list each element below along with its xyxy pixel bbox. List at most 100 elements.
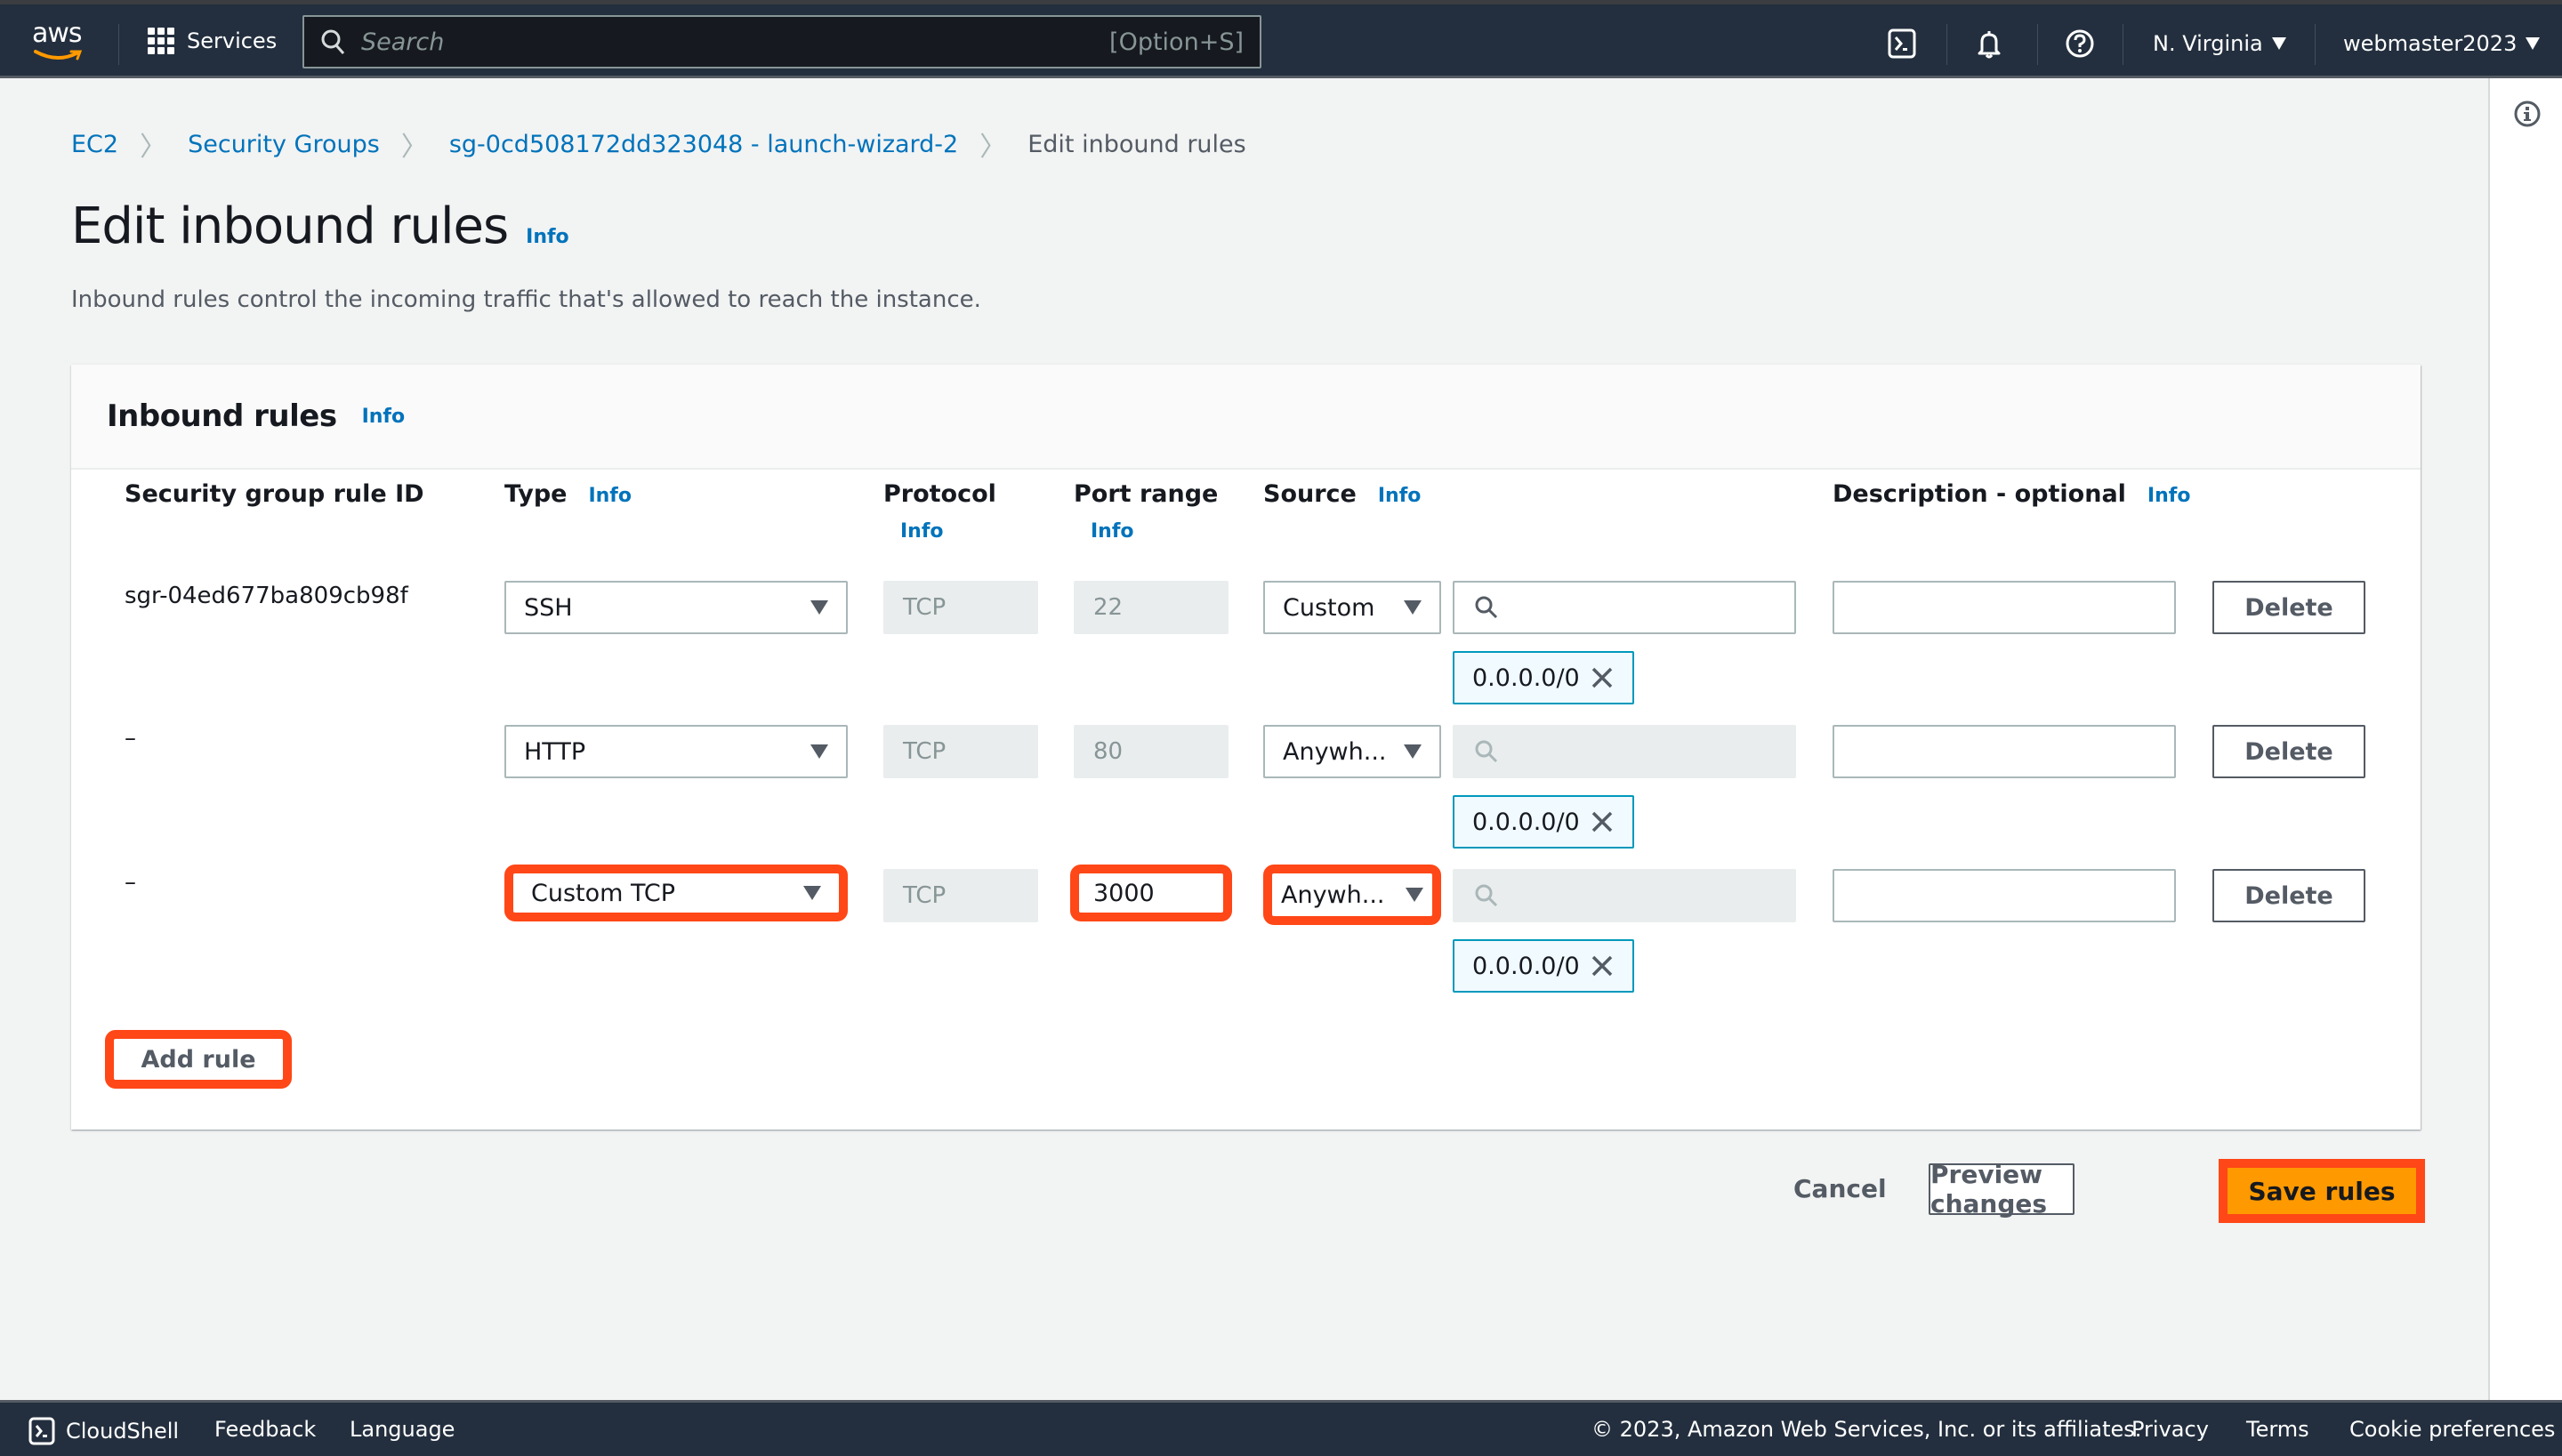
cloudshell-icon[interactable] xyxy=(1886,28,1918,60)
remove-token-icon[interactable] xyxy=(1590,953,1615,978)
language-link[interactable]: Language xyxy=(350,1417,455,1442)
description-input[interactable] xyxy=(1833,869,2176,922)
search-input[interactable]: Search [Option+S] xyxy=(302,15,1261,68)
search-icon xyxy=(1475,740,1498,763)
privacy-link[interactable]: Privacy xyxy=(2131,1417,2209,1442)
nav-divider xyxy=(2037,24,2038,65)
panel-header: Inbound rules Info xyxy=(71,365,2421,470)
delete-rule-button[interactable]: Delete xyxy=(2212,581,2365,634)
preview-changes-button[interactable]: Preview changes xyxy=(1929,1160,2075,1219)
search-icon xyxy=(321,29,345,54)
source-type-select[interactable]: Custom xyxy=(1263,581,1441,634)
delete-rule-button[interactable]: Delete xyxy=(2212,725,2365,778)
notifications-bell-icon[interactable] xyxy=(1973,28,2005,60)
column-header-rule-id: Security group rule ID xyxy=(125,480,424,508)
services-label: Services xyxy=(187,28,278,53)
cancel-button[interactable]: Cancel xyxy=(1793,1174,1887,1203)
cidr-token: 0.0.0.0/0 xyxy=(1453,939,1634,993)
region-selector[interactable]: N. Virginia xyxy=(2153,31,2286,56)
column-header-protocol: Protocol xyxy=(883,480,996,508)
search-shortcut-hint: [Option+S] xyxy=(1109,28,1244,56)
column-header-description: Description - optional Info xyxy=(1833,480,2191,508)
port-range-input[interactable]: 3000 xyxy=(1070,865,1232,921)
cloudshell-icon xyxy=(28,1417,55,1445)
type-info-link[interactable]: Info xyxy=(588,485,632,507)
account-label: webmaster2023 xyxy=(2343,31,2518,56)
type-select[interactable]: HTTP xyxy=(504,725,848,778)
caret-down-icon xyxy=(1404,744,1422,759)
cloudshell-button[interactable]: CloudShell xyxy=(28,1417,179,1445)
caret-down-icon xyxy=(2271,37,2286,50)
services-menu-button[interactable]: Services xyxy=(148,28,277,54)
help-icon[interactable] xyxy=(2064,28,2096,60)
source-search-input[interactable] xyxy=(1453,581,1796,634)
feedback-link[interactable]: Feedback xyxy=(214,1417,316,1442)
breadcrumb-chevron-icon: 〉 xyxy=(400,132,428,163)
caret-down-icon xyxy=(2526,37,2541,50)
breadcrumb-ec2[interactable]: EC2 xyxy=(71,131,118,158)
region-label: N. Virginia xyxy=(2153,31,2263,56)
nav-divider xyxy=(2315,24,2316,65)
copyright-text: © 2023, Amazon Web Services, Inc. or its… xyxy=(1591,1417,2142,1442)
caret-down-icon xyxy=(1406,888,1423,902)
breadcrumb-chevron-icon: 〉 xyxy=(979,132,1007,163)
services-grid-icon xyxy=(148,28,174,54)
breadcrumb-security-groups[interactable]: Security Groups xyxy=(188,131,380,158)
breadcrumb: EC2 〉 Security Groups 〉 sg-0cd508172dd32… xyxy=(71,125,1246,164)
description-input[interactable] xyxy=(1833,725,2176,778)
page-info-link[interactable]: Info xyxy=(526,226,569,248)
breadcrumb-chevron-icon: 〉 xyxy=(140,132,167,163)
caret-down-icon xyxy=(803,886,821,900)
rule-id: sgr-04ed677ba809cb98f xyxy=(125,583,408,609)
aws-smile-icon xyxy=(34,50,83,60)
caret-down-icon xyxy=(1404,600,1422,615)
protocol-info-link[interactable]: Info xyxy=(900,520,944,543)
console-footer: CloudShell Feedback Language © 2023, Ama… xyxy=(0,1400,2562,1456)
type-select[interactable]: Custom TCP xyxy=(504,865,848,921)
breadcrumb-security-group[interactable]: sg-0cd508172dd323048 - launch-wizard-2 xyxy=(449,131,958,158)
source-info-link[interactable]: Info xyxy=(1378,485,1422,507)
search-icon xyxy=(1475,596,1498,619)
port-range-info-link[interactable]: Info xyxy=(1091,520,1134,543)
panel-title: Inbound rules xyxy=(107,398,337,434)
breadcrumb-current: Edit inbound rules xyxy=(1027,130,1246,158)
remove-token-icon[interactable] xyxy=(1590,809,1615,834)
protocol-field: TCP xyxy=(883,869,1038,922)
page-header: Edit inbound rules Info xyxy=(71,197,569,255)
column-header-type: Type Info xyxy=(504,480,632,508)
save-rules-button[interactable]: Save rules xyxy=(2219,1159,2425,1223)
nav-divider xyxy=(118,24,119,65)
nav-divider xyxy=(1946,24,1947,65)
rule-id: – xyxy=(125,869,136,896)
source-search-input xyxy=(1453,725,1796,778)
caret-down-icon xyxy=(810,744,828,759)
page-title: Edit inbound rules xyxy=(71,197,509,255)
tools-panel-rail xyxy=(2488,78,2562,1400)
search-placeholder: Search xyxy=(361,28,445,56)
add-rule-button[interactable]: Add rule xyxy=(105,1030,292,1089)
panel-info-link[interactable]: Info xyxy=(362,406,406,428)
aws-logo[interactable]: aws xyxy=(32,20,89,65)
source-search-input xyxy=(1453,869,1796,922)
cookie-preferences-link[interactable]: Cookie preferences xyxy=(2349,1417,2555,1442)
terms-link[interactable]: Terms xyxy=(2246,1417,2309,1442)
protocol-field: TCP xyxy=(883,725,1038,778)
type-select[interactable]: SSH xyxy=(504,581,848,634)
source-type-select[interactable]: Anywh... xyxy=(1263,725,1441,778)
column-header-source: Source Info xyxy=(1263,480,1422,508)
account-menu[interactable]: webmaster2023 xyxy=(2343,31,2541,56)
description-info-link[interactable]: Info xyxy=(2147,485,2191,507)
delete-rule-button[interactable]: Delete xyxy=(2212,869,2365,922)
description-input[interactable] xyxy=(1833,581,2176,634)
protocol-field: TCP xyxy=(883,581,1038,634)
inbound-rules-panel: Inbound rules Info Security group rule I… xyxy=(71,365,2421,1130)
rule-id: – xyxy=(125,725,136,752)
remove-token-icon[interactable] xyxy=(1590,665,1615,690)
cidr-token: 0.0.0.0/0 xyxy=(1453,795,1634,849)
info-panel-icon[interactable] xyxy=(2513,100,2542,128)
port-range-field: 80 xyxy=(1074,725,1229,778)
caret-down-icon xyxy=(810,600,828,615)
search-icon xyxy=(1475,884,1498,907)
top-navigation: aws Services Search [Option+S] N. Virgin… xyxy=(0,4,2562,78)
source-type-select[interactable]: Anywh... xyxy=(1263,865,1441,925)
